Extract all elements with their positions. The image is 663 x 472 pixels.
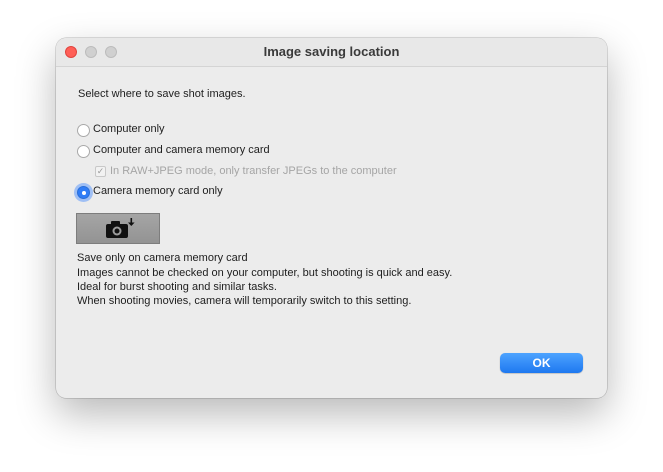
window-title: Image saving location (263, 44, 400, 59)
checkbox-label-raw-jpeg-transfer: In RAW+JPEG mode, only transfer JPEGs to… (110, 165, 397, 177)
radio-camera-card-only[interactable] (77, 186, 90, 199)
ok-button[interactable]: OK (500, 353, 583, 373)
description-line-3: Ideal for burst shooting and similar tas… (77, 281, 277, 293)
radio-label-computer-and-card[interactable]: Computer and camera memory card (93, 144, 270, 156)
image-saving-location-dialog: Image saving location Select where to sa… (56, 38, 607, 398)
title-bar: Image saving location (56, 38, 607, 67)
radio-computer-only[interactable] (77, 124, 90, 137)
radio-label-computer-only[interactable]: Computer only (93, 123, 165, 135)
camera-card-preview (76, 213, 160, 244)
checkbox-raw-jpeg-transfer[interactable]: ✓ (95, 166, 106, 177)
description-line-1: Save only on camera memory card (77, 252, 248, 264)
radio-computer-and-card[interactable] (77, 145, 90, 158)
description-line-4: When shooting movies, camera will tempor… (77, 295, 412, 307)
instruction-text: Select where to save shot images. (78, 88, 246, 100)
radio-label-camera-card-only[interactable]: Camera memory card only (93, 185, 223, 197)
camera-to-card-icon (106, 218, 135, 238)
description-line-2: Images cannot be checked on your compute… (77, 267, 453, 279)
